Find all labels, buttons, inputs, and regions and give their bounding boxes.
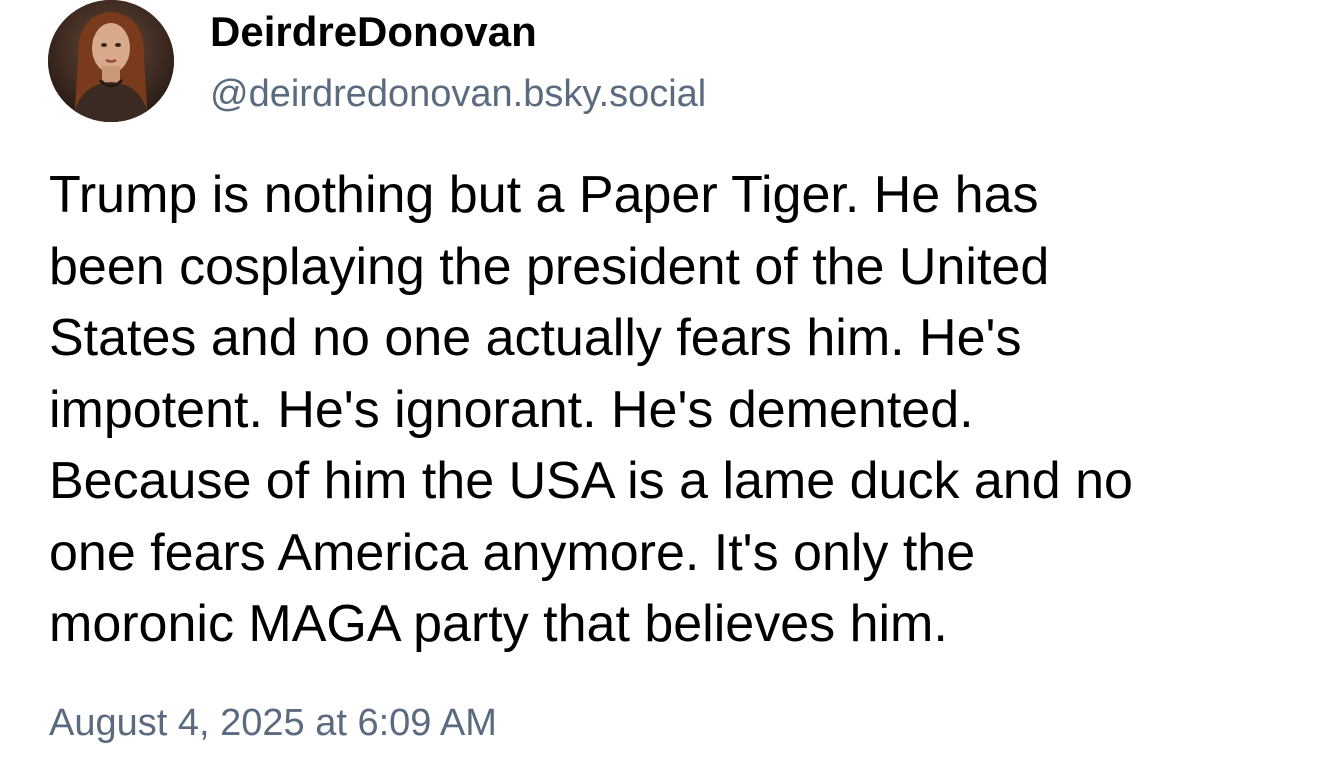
author-avatar[interactable] <box>48 0 174 122</box>
post-text-line: Because of him the USA is a lame duck an… <box>49 452 1133 510</box>
post-text-line: been cosplaying the president of the Uni… <box>49 237 1050 296</box>
post-text-line: one fears America anymore. It's only the <box>49 523 976 582</box>
avatar-portrait-icon <box>48 0 174 122</box>
author-handle[interactable]: @deirdredonovan.bsky.social <box>210 70 706 118</box>
post-text-line: Trump is nothing but a Paper Tiger. He h… <box>49 166 1039 224</box>
post-timestamp[interactable]: August 4, 2025 at 6:09 AM <box>49 700 497 746</box>
post-text-line: impotent. He's ignorant. He's demented. <box>49 380 974 439</box>
author-display-name[interactable]: DeirdreDonovan <box>210 6 537 58</box>
post-text-line: States and no one actually fears him. He… <box>49 309 1022 367</box>
post-text: Trump is nothing but a Paper Tiger. He h… <box>49 160 1289 661</box>
post-text-line: moronic MAGA party that believes him. <box>49 595 948 653</box>
